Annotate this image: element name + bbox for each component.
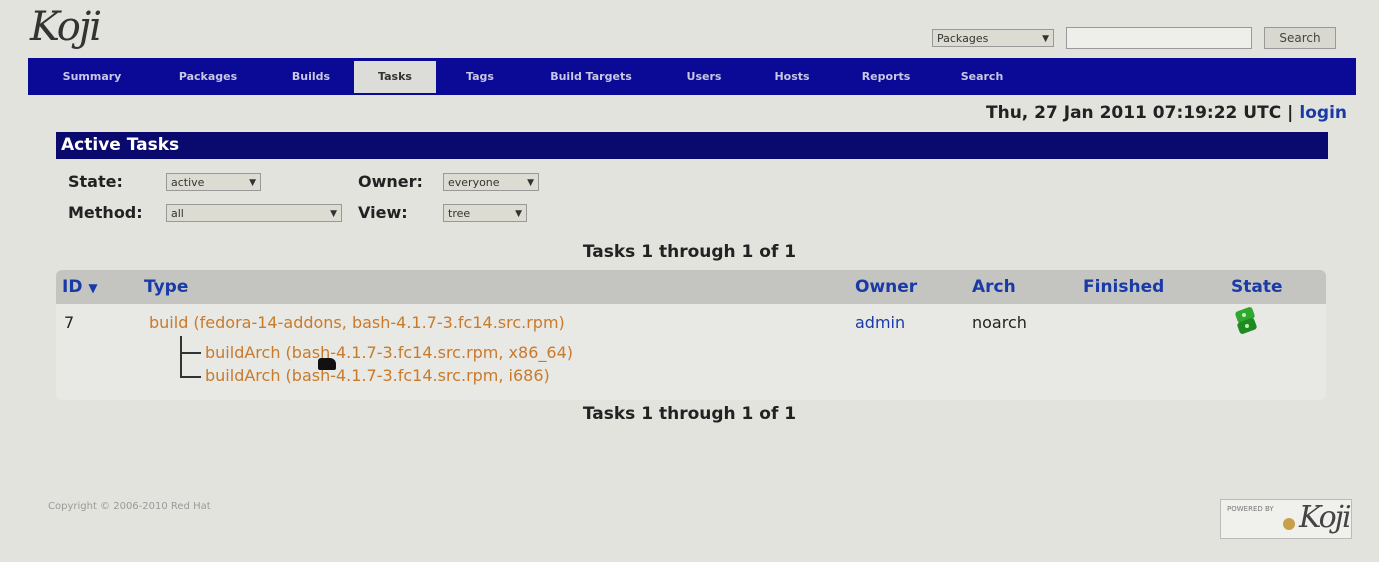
tab-hosts[interactable]: Hosts (750, 61, 834, 93)
footer-copyright: Copyright © 2006-2010 Red Hat (48, 501, 211, 512)
main-nav: Summary Packages Builds Tasks Tags Build… (28, 58, 1356, 95)
view-filter-select[interactable]: tree ▼ (443, 204, 527, 222)
powered-by-koji-badge[interactable]: POWERED BY Koji (1220, 499, 1352, 539)
owner-filter-label: Owner: (358, 172, 423, 191)
search-button[interactable]: Search (1264, 27, 1336, 49)
section-title: Active Tasks (56, 132, 1328, 159)
badge-dot-icon (1283, 518, 1295, 530)
tree-branch (181, 352, 201, 354)
method-filter-label: Method: (68, 203, 143, 222)
search-type-select[interactable]: Packages ▼ (932, 29, 1054, 47)
view-filter-label: View: (358, 203, 408, 222)
column-header-type[interactable]: Type (144, 277, 188, 297)
date-bar: Thu, 27 Jan 2011 07:19:22 UTC | login (986, 103, 1347, 123)
search-input[interactable] (1066, 27, 1252, 49)
separator: | (1287, 103, 1294, 123)
current-datetime: Thu, 27 Jan 2011 07:19:22 UTC (986, 103, 1282, 123)
tab-tags[interactable]: Tags (436, 61, 524, 93)
tree-branch (181, 376, 201, 378)
tab-tasks[interactable]: Tasks (354, 60, 436, 93)
column-header-state[interactable]: State (1231, 277, 1283, 297)
task-arch: noarch (972, 313, 1027, 332)
badge-mark: Koji (1299, 500, 1352, 535)
sort-desc-icon: ▼ (88, 281, 98, 295)
column-header-id[interactable]: ID ▼ (62, 277, 98, 297)
state-filter-select[interactable]: active ▼ (166, 173, 261, 191)
search-type-value: Packages (937, 32, 989, 45)
tab-builds[interactable]: Builds (268, 61, 354, 93)
column-header-owner[interactable]: Owner (855, 277, 917, 297)
dropdown-arrow-icon: ▼ (249, 178, 256, 188)
dropdown-arrow-icon: ▼ (527, 178, 534, 188)
column-header-arch[interactable]: Arch (972, 277, 1016, 297)
table-header: ID ▼ Type Owner Arch Finished State (56, 270, 1326, 304)
state-filter-label: State: (68, 172, 123, 191)
subtask-type-link[interactable]: buildArch (bash-4.1.7-3.fc14.src.rpm, i6… (205, 366, 550, 385)
dropdown-arrow-icon: ▼ (1042, 34, 1049, 44)
pager-top: Tasks 1 through 1 of 1 (582, 242, 797, 262)
tab-search[interactable]: Search (938, 61, 1026, 93)
dropdown-arrow-icon: ▼ (330, 209, 337, 219)
login-link[interactable]: login (1299, 103, 1347, 123)
method-filter-select[interactable]: all ▼ (166, 204, 342, 222)
koji-logo[interactable]: Koji (30, 4, 102, 50)
view-filter-value: tree (448, 207, 471, 220)
search-area: Packages ▼ Search (932, 27, 1336, 49)
tab-build-targets[interactable]: Build Targets (524, 61, 658, 93)
task-owner-link[interactable]: admin (855, 313, 905, 332)
column-header-id-label: ID (62, 277, 83, 297)
owner-filter-select[interactable]: everyone ▼ (443, 173, 539, 191)
badge-label: POWERED BY (1227, 505, 1274, 513)
tab-packages[interactable]: Packages (148, 61, 268, 93)
subtask-type-link[interactable]: buildArch (bash-4.1.7-3.fc14.src.rpm, x8… (205, 343, 573, 362)
pager-bottom: Tasks 1 through 1 of 1 (582, 404, 797, 424)
mouse-cursor (318, 358, 336, 370)
tab-summary[interactable]: Summary (36, 61, 148, 93)
column-header-finished[interactable]: Finished (1083, 277, 1164, 297)
running-gears-icon (1235, 307, 1257, 334)
task-id: 7 (64, 313, 75, 332)
method-filter-value: all (171, 207, 184, 220)
tab-reports[interactable]: Reports (834, 61, 938, 93)
state-filter-value: active (171, 176, 205, 189)
dropdown-arrow-icon: ▼ (515, 209, 522, 219)
tasks-table: ID ▼ Type Owner Arch Finished State 7 bu… (56, 270, 1326, 400)
task-type-link[interactable]: build (fedora-14-addons, bash-4.1.7-3.fc… (149, 313, 565, 332)
owner-filter-value: everyone (448, 176, 500, 189)
tree-connector (180, 336, 182, 378)
tab-users[interactable]: Users (658, 61, 750, 93)
